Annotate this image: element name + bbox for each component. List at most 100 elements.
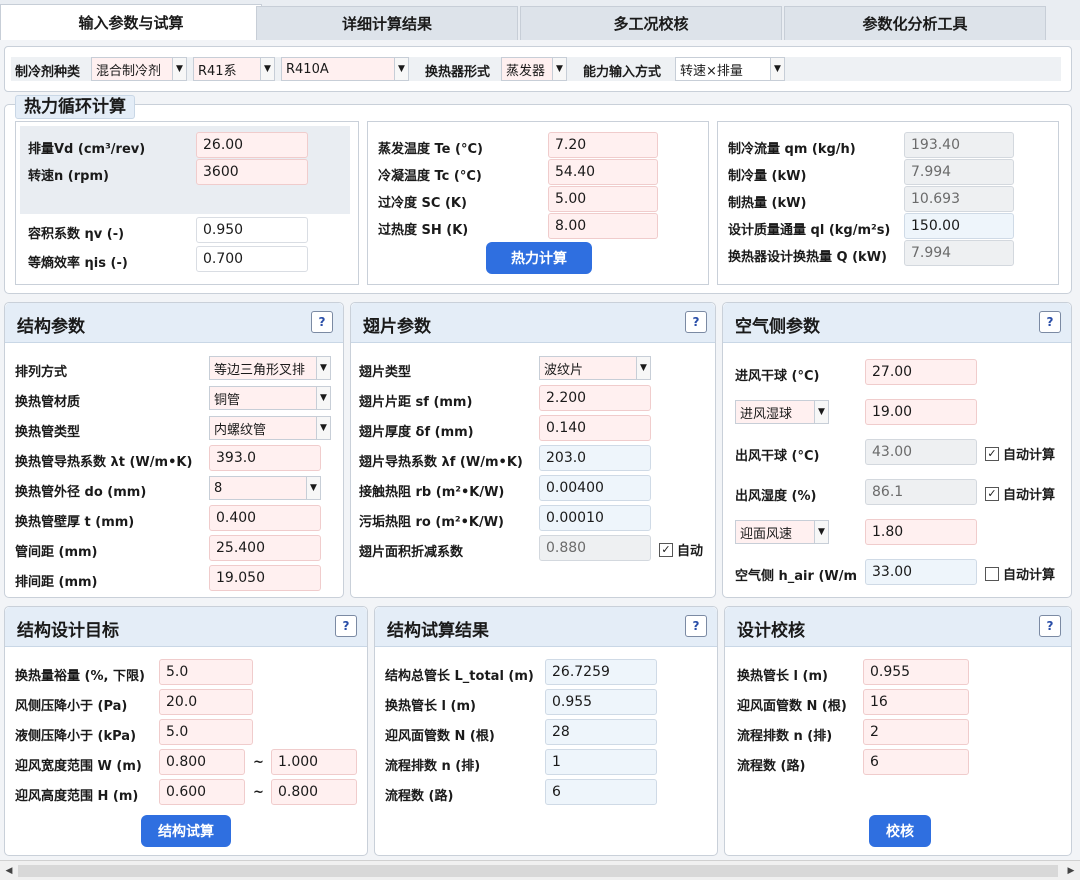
tube-length-label: 换热管长 l (m) [385,699,476,714]
horizontal-scrollbar[interactable]: ◀ ▶ [0,860,1080,880]
h-air-input[interactable]: 33.00 [865,559,977,585]
help-icon[interactable]: ? [311,311,333,333]
help-icon[interactable]: ? [685,615,707,637]
height-min-input[interactable]: 0.600 [159,779,245,805]
hx-type-select[interactable]: 蒸发器 ▼ [501,57,567,81]
help-icon[interactable]: ? [1039,615,1061,637]
refrigerant-series-select[interactable]: R41系 ▼ [193,57,275,81]
row-pitch-input[interactable]: 19.050 [209,565,321,591]
outlet-rh-auto-checkbox[interactable]: ✓ 自动计算 [985,484,1055,503]
sc-input[interactable]: 5.00 [548,186,658,212]
fin-auto-label: 自动 [677,544,704,559]
qh-label: 制热量 (kW) [728,196,807,211]
tab-input[interactable]: 输入参数与试算 [0,4,262,40]
tube-wall-input[interactable]: 0.400 [209,505,321,531]
help-icon[interactable]: ? [335,615,357,637]
width-max-input[interactable]: 1.000 [271,749,357,775]
scroll-right-icon[interactable]: ▶ [1063,863,1079,879]
eta-is-label: 等熵效率 ηis (-) [28,256,128,271]
check-button[interactable]: 校核 [869,815,931,847]
tube-conductivity-label: 换热管导热系数 λt (W/m•K) [15,455,193,470]
outlet-dry-auto-label: 自动计算 [1003,448,1056,463]
check-pass-rows-input[interactable]: 2 [863,719,969,745]
tab-detail-results[interactable]: 详细计算结果 [256,6,518,40]
refrigerant-select[interactable]: R410A ▼ [281,57,409,81]
total-length-label: 结构总管长 L_total (m) [385,669,534,684]
tube-material-value: 铜管 [214,392,241,408]
tab-parametric[interactable]: 参数化分析工具 [784,6,1046,40]
tc-input[interactable]: 54.40 [548,159,658,185]
outlet-rh-label: 出风湿度 (%) [735,489,817,504]
circuits-label: 流程数 (路) [385,789,454,804]
fin-title: 翅片参数 [363,317,431,337]
fin-pitch-label: 翅片片距 sf (mm) [359,395,473,410]
vd-input[interactable]: 26.00 [196,132,308,158]
arrangement-select[interactable]: 等边三角形叉排 ▼ [209,356,331,380]
height-range-label: 迎风高度范围 H (m) [15,789,139,804]
refrigerant-type-select[interactable]: 混合制冷剂 ▼ [91,57,187,81]
chevron-down-icon: ▼ [316,357,330,379]
compressor-box: 排量Vd (cm³/rev) 26.00 转速n (rpm) 3600 容积系数… [15,121,359,285]
te-input[interactable]: 7.20 [548,132,658,158]
tube-od-value: 8 [214,480,223,496]
tube-pitch-input[interactable]: 25.400 [209,535,321,561]
height-max-input[interactable]: 0.800 [271,779,357,805]
face-tubes-label: 迎风面管数 N (根) [385,729,495,744]
fin-auto-checkbox[interactable]: ✓ 自动 [659,540,703,559]
liquid-dp-input[interactable]: 5.0 [159,719,253,745]
contact-resistance-input[interactable]: 0.00400 [539,475,651,501]
check-circuits-input[interactable]: 6 [863,749,969,775]
outlet-dry-auto-checkbox[interactable]: ✓ 自动计算 [985,444,1055,463]
width-min-input[interactable]: 0.800 [159,749,245,775]
capacity-mode-select[interactable]: 转速×排量 ▼ [675,57,785,81]
check-tube-length-input[interactable]: 0.955 [863,659,969,685]
design-target-header: 结构设计目标 ? [5,607,367,647]
tube-conductivity-input[interactable]: 393.0 [209,445,321,471]
inlet-wet-input[interactable]: 19.00 [865,399,977,425]
n-input[interactable]: 3600 [196,159,308,185]
cycle-results-box: 制冷流量 qm (kg/h) 193.40 制冷量 (kW) 7.994 制热量… [717,121,1059,285]
fin-thickness-input[interactable]: 0.140 [539,415,651,441]
trial-results-header: 结构试算结果 ? [375,607,717,647]
margin-input[interactable]: 5.0 [159,659,253,685]
check-face-tubes-input[interactable]: 16 [863,689,969,715]
check-tube-length-label: 换热管长 l (m) [737,669,828,684]
fouling-resistance-input[interactable]: 0.00010 [539,505,651,531]
range-tilde: ~ [253,785,264,800]
inlet-wet-select[interactable]: 进风湿球 ▼ [735,400,829,424]
tube-type-select[interactable]: 内螺纹管 ▼ [209,416,331,440]
te-label: 蒸发温度 Te (°C) [378,142,483,157]
structure-header: 结构参数 ? [5,303,343,343]
qc-output: 7.994 [904,159,1014,185]
design-target-title: 结构设计目标 [17,621,119,641]
tab-multi-condition[interactable]: 多工况校核 [520,6,782,40]
scrollbar-thumb[interactable] [18,865,1058,877]
fin-conductivity-input[interactable]: 203.0 [539,445,651,471]
pass-rows-output: 1 [545,749,657,775]
fin-pitch-input[interactable]: 2.200 [539,385,651,411]
check-circuits-label: 流程数 (路) [737,759,806,774]
h-air-auto-checkbox[interactable]: 自动计算 [985,564,1055,583]
check-pass-rows-label: 流程排数 n (排) [737,729,833,744]
ql-input[interactable]: 150.00 [904,213,1014,239]
face-velocity-input[interactable]: 1.80 [865,519,977,545]
tube-material-select[interactable]: 铜管 ▼ [209,386,331,410]
fin-area-factor-output: 0.880 [539,535,651,561]
fin-type-select[interactable]: 波纹片 ▼ [539,356,651,380]
inlet-dry-input[interactable]: 27.00 [865,359,977,385]
face-velocity-select[interactable]: 迎面风速 ▼ [735,520,829,544]
arrangement-label: 排列方式 [15,365,68,380]
scroll-left-icon[interactable]: ◀ [1,863,17,879]
help-icon[interactable]: ? [685,311,707,333]
inlet-wet-label: 进风湿球 [740,406,793,422]
eta-is-input[interactable]: 0.700 [196,246,308,272]
eta-v-input[interactable]: 0.950 [196,217,308,243]
help-icon[interactable]: ? [1039,311,1061,333]
chevron-down-icon: ▼ [172,58,186,80]
thermo-calc-button[interactable]: 热力计算 [486,242,592,274]
structure-trial-button[interactable]: 结构试算 [141,815,231,847]
air-dp-input[interactable]: 20.0 [159,689,253,715]
checkmark-icon: ✓ [985,486,999,501]
sh-input[interactable]: 8.00 [548,213,658,239]
tube-od-select[interactable]: 8 ▼ [209,476,321,500]
